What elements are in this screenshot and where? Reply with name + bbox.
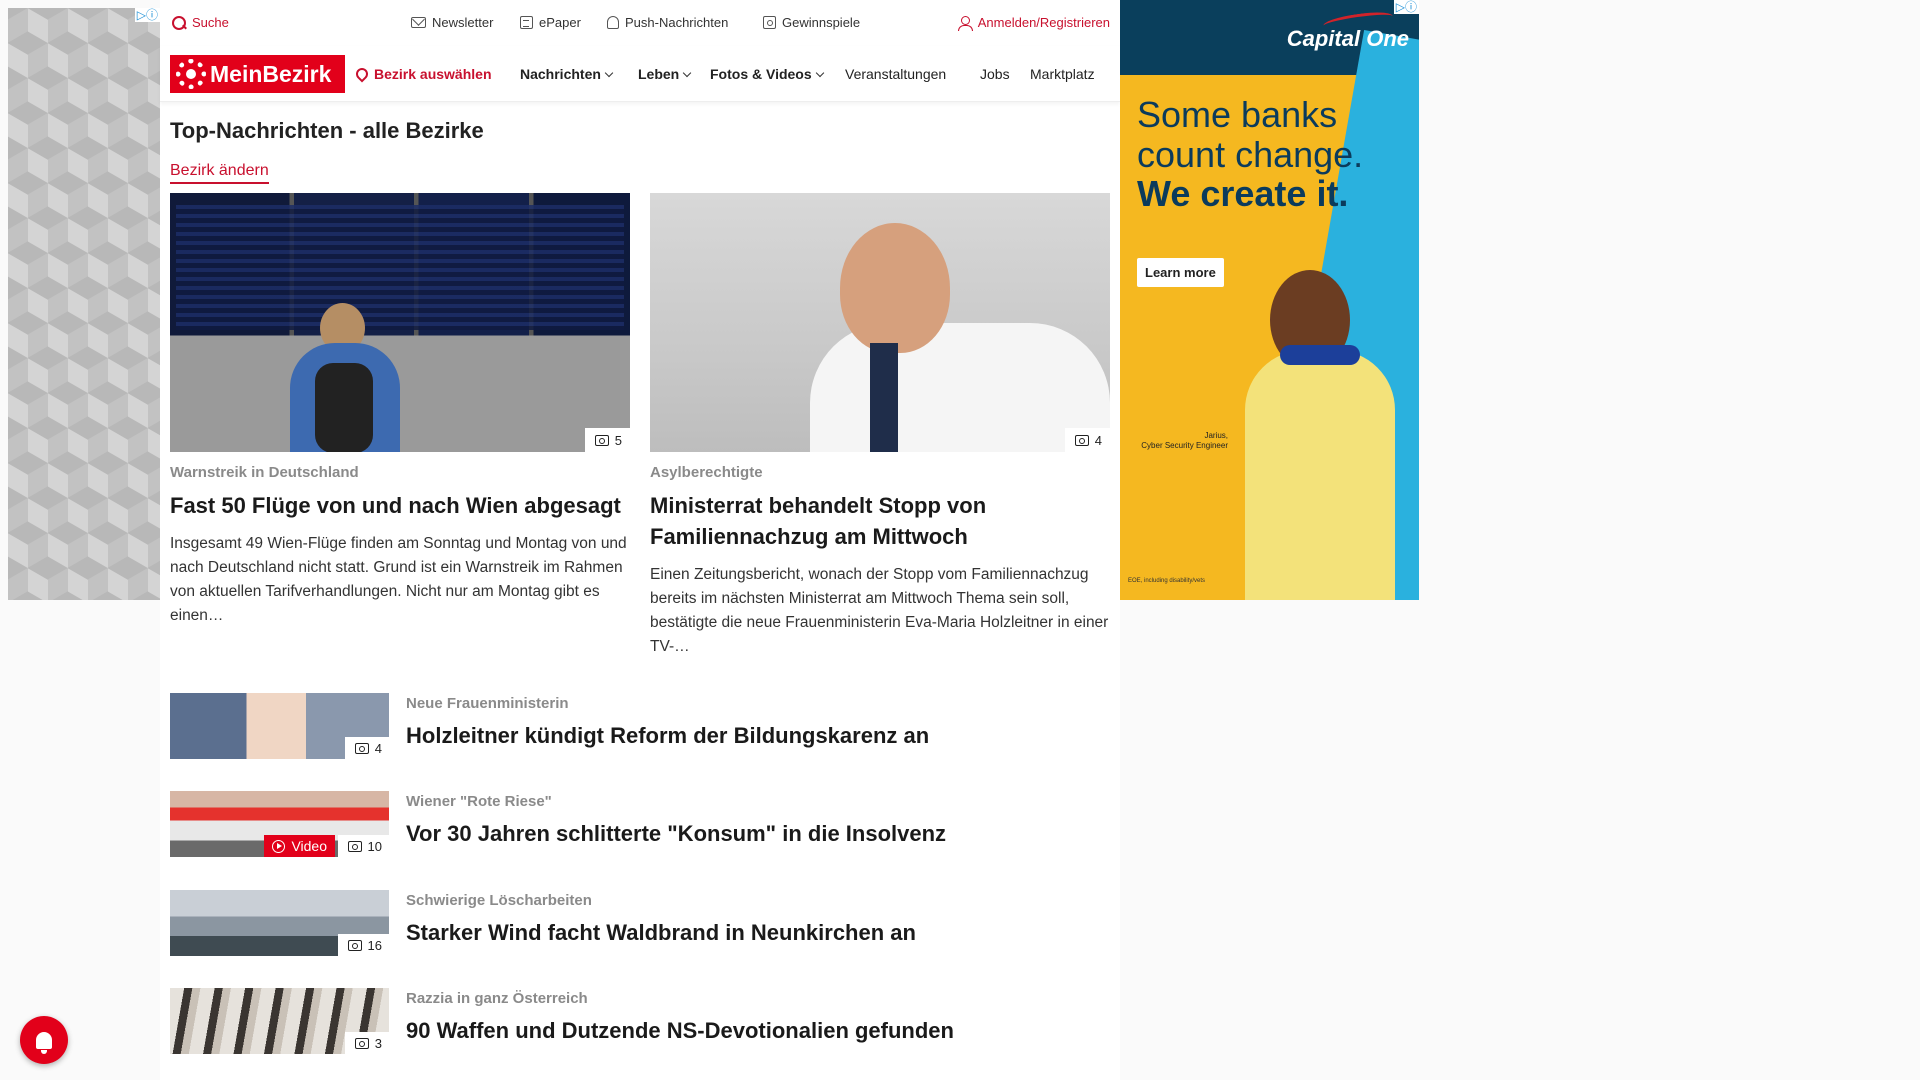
nav-jobs[interactable]: Jobs bbox=[980, 66, 1010, 82]
list-item[interactable]: 3 Razzia in ganz Österreich 90 Waffen un… bbox=[170, 988, 1110, 1054]
article-headline[interactable]: 90 Waffen und Dutzende NS-Devotionalien … bbox=[406, 1018, 954, 1044]
article-teaser: Einen Zeitungsbericht, wonach der Stopp … bbox=[650, 565, 1109, 655]
article-headline[interactable]: Fast 50 Flüge von und nach Wien abgesagt bbox=[170, 491, 630, 522]
ad-person-shirt bbox=[1245, 350, 1395, 600]
photo-figure-face bbox=[840, 223, 950, 353]
article-thumbnail[interactable]: 4 bbox=[170, 693, 389, 759]
ad-person-collar bbox=[1280, 345, 1360, 365]
display-ad-right[interactable]: Capital One Some banks count change. We … bbox=[1120, 0, 1419, 600]
change-district-link[interactable]: Bezirk ändern bbox=[170, 162, 269, 184]
ad-copy-line: Some banks bbox=[1137, 94, 1338, 135]
article-kicker: Schwierige Löscharbeiten bbox=[406, 892, 592, 909]
ad-brand: Capital One bbox=[1286, 26, 1409, 51]
article-kicker: Asylberechtigte bbox=[650, 464, 763, 481]
gallery-icon bbox=[354, 1037, 369, 1049]
nav-nachrichten[interactable]: Nachrichten bbox=[520, 66, 614, 82]
photo-figure-tie bbox=[870, 343, 898, 452]
main-column: Suche Newsletter ePaper Push-Nachrichten… bbox=[160, 0, 1120, 1080]
ad-caption-role: Cyber Security Engineer bbox=[1141, 440, 1228, 450]
notification-bell-button[interactable] bbox=[20, 1016, 68, 1064]
video-badge: Video bbox=[264, 835, 335, 857]
gewinnspiele-link[interactable]: Gewinnspiele bbox=[763, 15, 860, 30]
newspaper-icon bbox=[520, 16, 533, 29]
district-select[interactable]: Bezirk auswählen bbox=[353, 65, 492, 83]
photo-count-badge: 10 bbox=[337, 835, 389, 857]
article-teaser: Insgesamt 49 Wien-Flüge finden am Sonnta… bbox=[170, 534, 627, 624]
article-headline[interactable]: Ministerrat behandelt Stopp von Familien… bbox=[650, 491, 1110, 553]
article-image[interactable]: 5 bbox=[170, 193, 630, 452]
photo-count-badge: 4 bbox=[1064, 428, 1110, 452]
ad-copy: Some banks count change. We create it. bbox=[1137, 95, 1363, 214]
article-thumbnail[interactable]: Video 10 bbox=[170, 791, 389, 857]
utility-bar: Suche Newsletter ePaper Push-Nachrichten… bbox=[160, 0, 1120, 46]
ad-copy-line: count change. bbox=[1137, 133, 1364, 175]
nav-veranstaltungen[interactable]: Veranstaltungen bbox=[845, 66, 946, 82]
prize-icon bbox=[763, 16, 776, 29]
list-item[interactable]: 16 Schwierige Löscharbeiten Starker Wind… bbox=[170, 890, 1110, 956]
photo-count-badge: 16 bbox=[337, 934, 389, 956]
featured-article-2[interactable]: 4 Asylberechtigte Ministerrat behandelt … bbox=[650, 193, 1110, 659]
search-link[interactable]: Suche bbox=[172, 15, 229, 30]
bell-icon bbox=[607, 16, 619, 29]
gallery-icon bbox=[354, 742, 369, 754]
departure-board bbox=[176, 205, 624, 330]
login-link[interactable]: Anmelden/Registrieren bbox=[957, 15, 1110, 31]
chevron-down-icon bbox=[815, 68, 824, 77]
list-item[interactable]: 4 Neue Frauenministerin Holzleitner künd… bbox=[170, 693, 1110, 759]
nav-marktplatz[interactable]: Marktplatz bbox=[1030, 66, 1110, 82]
chevron-down-icon bbox=[604, 68, 614, 77]
article-kicker: Wiener "Rote Riese" bbox=[406, 793, 552, 810]
photo-count-badge: 5 bbox=[584, 428, 630, 452]
article-image[interactable]: 4 bbox=[650, 193, 1110, 452]
skin-ad-left[interactable]: ▷ⓘ bbox=[8, 8, 160, 600]
article-headline[interactable]: Holzleitner kündigt Reform der Bildungsk… bbox=[406, 723, 929, 749]
section-title: Top-Nachrichten - alle Bezirke bbox=[170, 118, 484, 143]
user-icon bbox=[957, 15, 973, 31]
play-icon bbox=[272, 839, 286, 853]
gallery-icon bbox=[347, 939, 362, 951]
gallery-icon bbox=[347, 840, 362, 852]
list-item[interactable]: Video 10 Wiener "Rote Riese" Vor 30 Jahr… bbox=[170, 791, 1110, 857]
bell-icon bbox=[36, 1031, 52, 1054]
photo-count-badge: 3 bbox=[344, 1032, 389, 1054]
article-kicker: Neue Frauenministerin bbox=[406, 695, 569, 712]
ad-choices-icon[interactable]: ▷ⓘ bbox=[1393, 0, 1419, 14]
article-kicker: Warnstreik in Deutschland bbox=[170, 464, 359, 481]
article-headline[interactable]: Vor 30 Jahren schlitterte "Konsum" in di… bbox=[406, 821, 946, 847]
ad-caption-name: Jarius, bbox=[1204, 431, 1228, 440]
ad-learn-more-button[interactable]: Learn more bbox=[1137, 258, 1224, 287]
article-headline[interactable]: Starker Wind facht Waldbrand in Neunkirc… bbox=[406, 920, 916, 946]
photo-backpack bbox=[315, 363, 373, 452]
featured-article-1[interactable]: 5 Warnstreik in Deutschland Fast 50 Flüg… bbox=[170, 193, 630, 628]
ad-fine-print: EOE, including disability/vets bbox=[1128, 578, 1206, 584]
push-notifications-link[interactable]: Push-Nachrichten bbox=[607, 15, 728, 30]
main-navigation: MeinBezirk Bezirk auswählen Nachrichten … bbox=[160, 46, 1120, 102]
article-thumbnail[interactable]: 16 bbox=[170, 890, 389, 956]
site-logo[interactable]: MeinBezirk bbox=[170, 55, 345, 93]
nav-fotos-videos[interactable]: Fotos & Videos bbox=[710, 66, 824, 82]
gallery-icon bbox=[1074, 434, 1089, 446]
newsletter-link[interactable]: Newsletter bbox=[411, 15, 493, 30]
gallery-icon bbox=[594, 434, 609, 446]
ad-copy-emphasis: We create it. bbox=[1137, 173, 1349, 215]
search-icon bbox=[172, 15, 186, 30]
location-pin-icon bbox=[353, 65, 371, 83]
ad-caption: Jarius, Cyber Security Engineer bbox=[1132, 431, 1228, 450]
nav-leben[interactable]: Leben bbox=[638, 66, 692, 82]
chevron-down-icon bbox=[682, 68, 692, 77]
article-thumbnail[interactable]: 3 bbox=[170, 988, 389, 1054]
article-kicker: Razzia in ganz Österreich bbox=[406, 990, 588, 1007]
logo-icon bbox=[176, 59, 206, 89]
mail-icon bbox=[411, 17, 426, 28]
epaper-link[interactable]: ePaper bbox=[520, 15, 581, 30]
ad-choices-icon[interactable]: ▷ⓘ bbox=[134, 8, 160, 22]
photo-count-badge: 4 bbox=[344, 737, 389, 759]
